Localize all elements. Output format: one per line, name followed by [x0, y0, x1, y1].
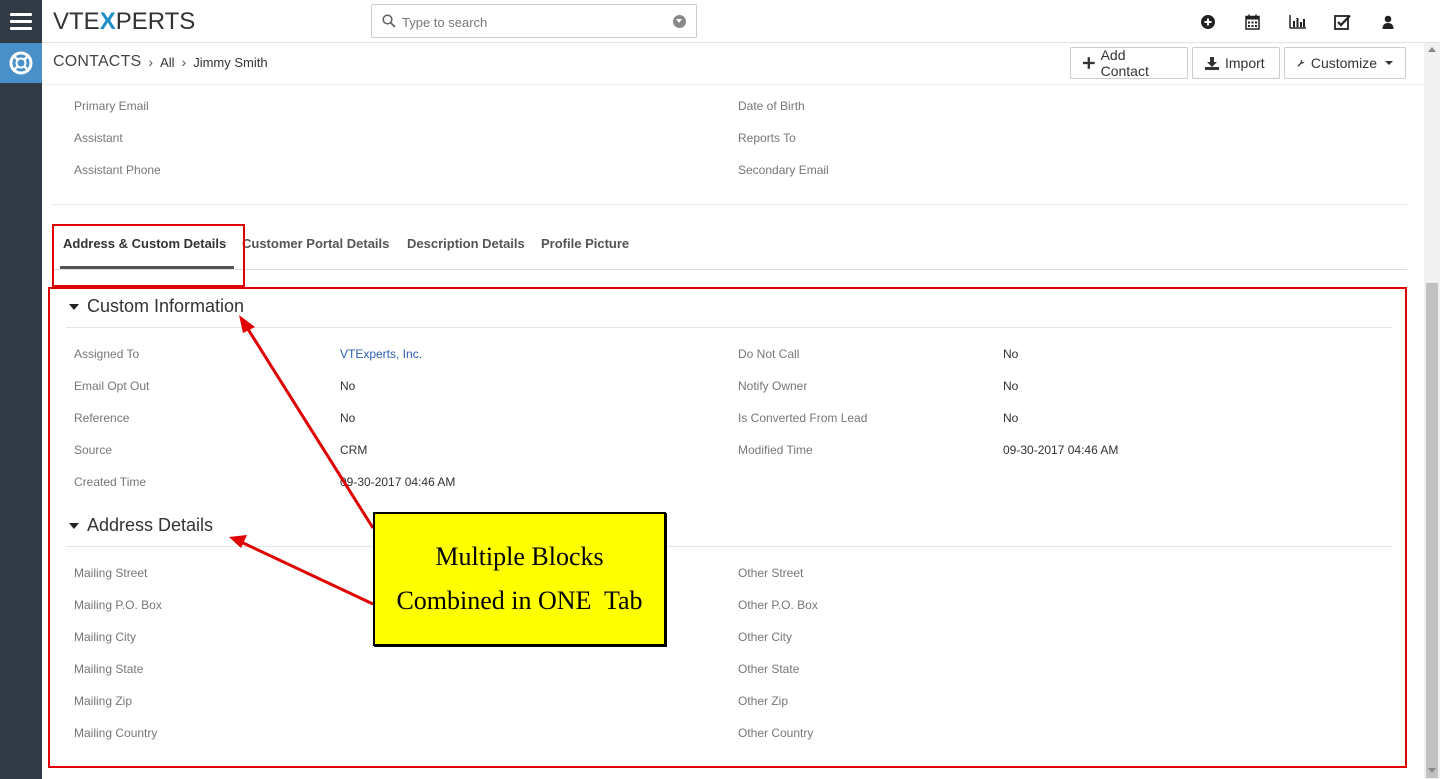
field-label: Primary Email [74, 99, 149, 113]
breadcrumb-filter[interactable]: All [160, 55, 174, 70]
calendar-icon[interactable] [1230, 12, 1275, 32]
user-icon[interactable] [1365, 12, 1410, 32]
search-icon [382, 14, 396, 28]
chevron-right-icon: › [181, 54, 187, 70]
field-label: Date of Birth [738, 99, 805, 113]
add-contact-button[interactable]: Add Contact [1070, 47, 1188, 79]
vertical-scrollbar[interactable] [1424, 43, 1440, 779]
details-block [52, 85, 1407, 205]
tab-customer-portal-details[interactable]: Customer Portal Details [242, 236, 389, 251]
customize-button[interactable]: Customize [1284, 47, 1406, 79]
breadcrumb-record: Jimmy Smith [193, 54, 268, 70]
add-icon[interactable] [1185, 12, 1230, 32]
download-icon [1205, 56, 1219, 70]
search-dropdown-icon[interactable] [673, 15, 686, 28]
scroll-up-icon[interactable] [1428, 47, 1436, 52]
chevron-right-icon: › [148, 54, 154, 70]
app-logo[interactable]: VTEXPERTS [53, 8, 195, 36]
field-label: Secondary Email [738, 163, 829, 177]
annotation-callout: Multiple Blocks Combined in ONE Tab [373, 512, 666, 646]
tab-profile-picture[interactable]: Profile Picture [541, 236, 629, 251]
annotation-tab-highlight [52, 224, 245, 287]
top-icons [1185, 12, 1410, 32]
scroll-down-icon[interactable] [1428, 768, 1436, 773]
left-sidebar [0, 0, 42, 779]
field-label: Assistant Phone [74, 163, 161, 177]
menu-icon[interactable] [0, 0, 42, 43]
detail-tabs: Address & Custom Details Customer Portal… [52, 230, 1407, 270]
field-label: Reports To [738, 131, 796, 145]
breadcrumb: CONTACTS › All › Jimmy Smith [53, 53, 268, 71]
caret-down-icon [1385, 61, 1393, 65]
scrollbar-thumb[interactable] [1426, 283, 1438, 778]
breadcrumb-module[interactable]: CONTACTS [53, 53, 141, 71]
search-input[interactable]: Type to search [402, 15, 487, 30]
import-button[interactable]: Import [1192, 47, 1280, 79]
search-box[interactable]: Type to search [371, 4, 697, 38]
tab-description-details[interactable]: Description Details [407, 236, 525, 251]
annotation-content-highlight [48, 287, 1407, 768]
tasks-icon[interactable] [1320, 12, 1365, 32]
plus-icon [1083, 57, 1095, 69]
support-icon[interactable] [0, 43, 42, 83]
wrench-icon [1297, 59, 1305, 67]
reports-icon[interactable] [1275, 12, 1320, 32]
field-label: Assistant [74, 131, 123, 145]
